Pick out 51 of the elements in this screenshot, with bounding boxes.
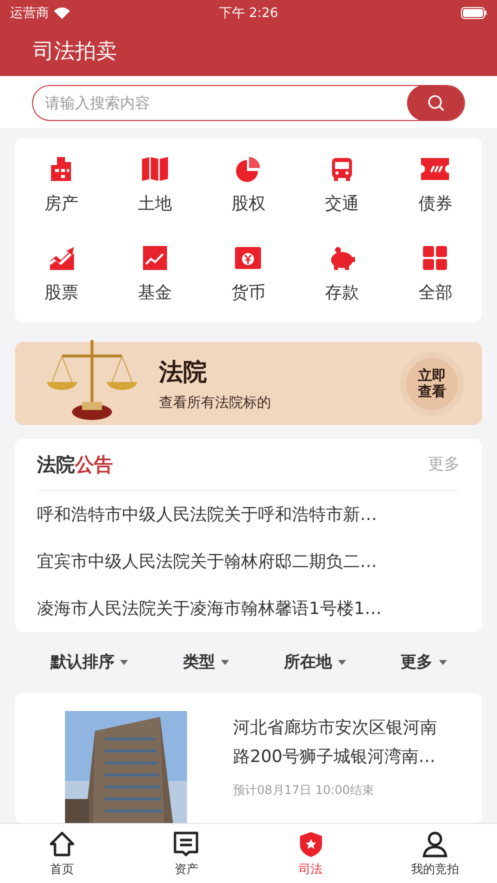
court-banner[interactable]: 法院 查看所有法院标的 立即查看 — [15, 342, 482, 426]
ticket-icon — [420, 156, 450, 182]
banner-title: 法院 — [159, 356, 208, 388]
page-title: 司法拍卖 — [33, 38, 117, 65]
notice-item[interactable]: 凌海市人民法院关于凌海市翰林馨语1号楼1… — [37, 585, 460, 632]
filter-dropdown[interactable]: 更多 — [394, 651, 453, 674]
caret-icon — [120, 660, 128, 666]
grid-icon — [422, 245, 448, 271]
listing-end-time: 预计08月17日 10:00结束 — [233, 782, 375, 799]
search-bar[interactable]: 请输入搜索内容 — [32, 85, 465, 121]
category-button[interactable]: 房产 — [15, 152, 108, 219]
person-icon — [420, 830, 449, 858]
tab-bar-item[interactable]: 资产 — [124, 824, 248, 883]
category-button[interactable]: 土地 — [108, 152, 202, 219]
rising-chart-icon — [48, 245, 76, 271]
category-button[interactable]: 存款 — [295, 241, 389, 308]
category-button[interactable]: 股票 — [15, 241, 108, 308]
category-button[interactable]: 债券 — [388, 152, 482, 219]
status-time: 下午 2:26 — [218, 6, 278, 21]
wifi-icon — [54, 7, 70, 19]
notice-item[interactable]: 宜宾市中级人民法院关于翰林府邸二期负二… — [37, 538, 460, 586]
category-button[interactable]: 基金 — [108, 241, 202, 308]
caret-icon — [221, 660, 230, 666]
category-button[interactable]: 股权 — [202, 152, 296, 219]
listing-card[interactable]: 河北省廊坊市安次区银河南路200号狮子城银河湾南… 预计08月17日 10:00结束 — [15, 693, 482, 823]
view-now-button[interactable]: 立即查看 — [400, 352, 464, 416]
banner-subtitle: 查看所有法院标的 — [159, 394, 272, 412]
home-icon — [48, 830, 76, 858]
tab-bar-item[interactable]: 司法 — [248, 824, 373, 883]
pie-chart-icon — [235, 156, 262, 182]
listing-title: 河北省廊坊市安次区银河南路200号狮子城银河湾南… — [233, 717, 438, 769]
filter-dropdown[interactable]: 所在地 — [278, 651, 352, 674]
filter-dropdown[interactable]: 类型 — [177, 651, 236, 674]
search-icon — [427, 94, 445, 112]
map-icon — [141, 156, 170, 182]
search-button[interactable] — [407, 86, 464, 120]
banknote-icon — [234, 245, 262, 271]
category-button[interactable]: 货币 — [202, 241, 296, 308]
carrier-name: 运营商 — [10, 5, 49, 22]
tab-bar-item[interactable]: 首页 — [0, 824, 124, 883]
category-button[interactable]: 交通 — [295, 152, 389, 219]
notice-title: 法院公告 — [37, 452, 113, 478]
battery-icon — [461, 7, 487, 19]
caret-icon — [438, 660, 447, 666]
notice-item[interactable]: 呼和浩特市中级人民法院关于呼和浩特市新… — [37, 491, 460, 538]
message-icon — [172, 830, 200, 858]
filter-dropdown[interactable]: 默认排序 — [44, 651, 134, 674]
category-button[interactable]: 全部 — [388, 241, 482, 308]
line-chart-icon — [142, 245, 168, 271]
tab-bar-item[interactable]: 我的竞拍 — [372, 824, 497, 883]
caret-icon — [338, 660, 346, 666]
